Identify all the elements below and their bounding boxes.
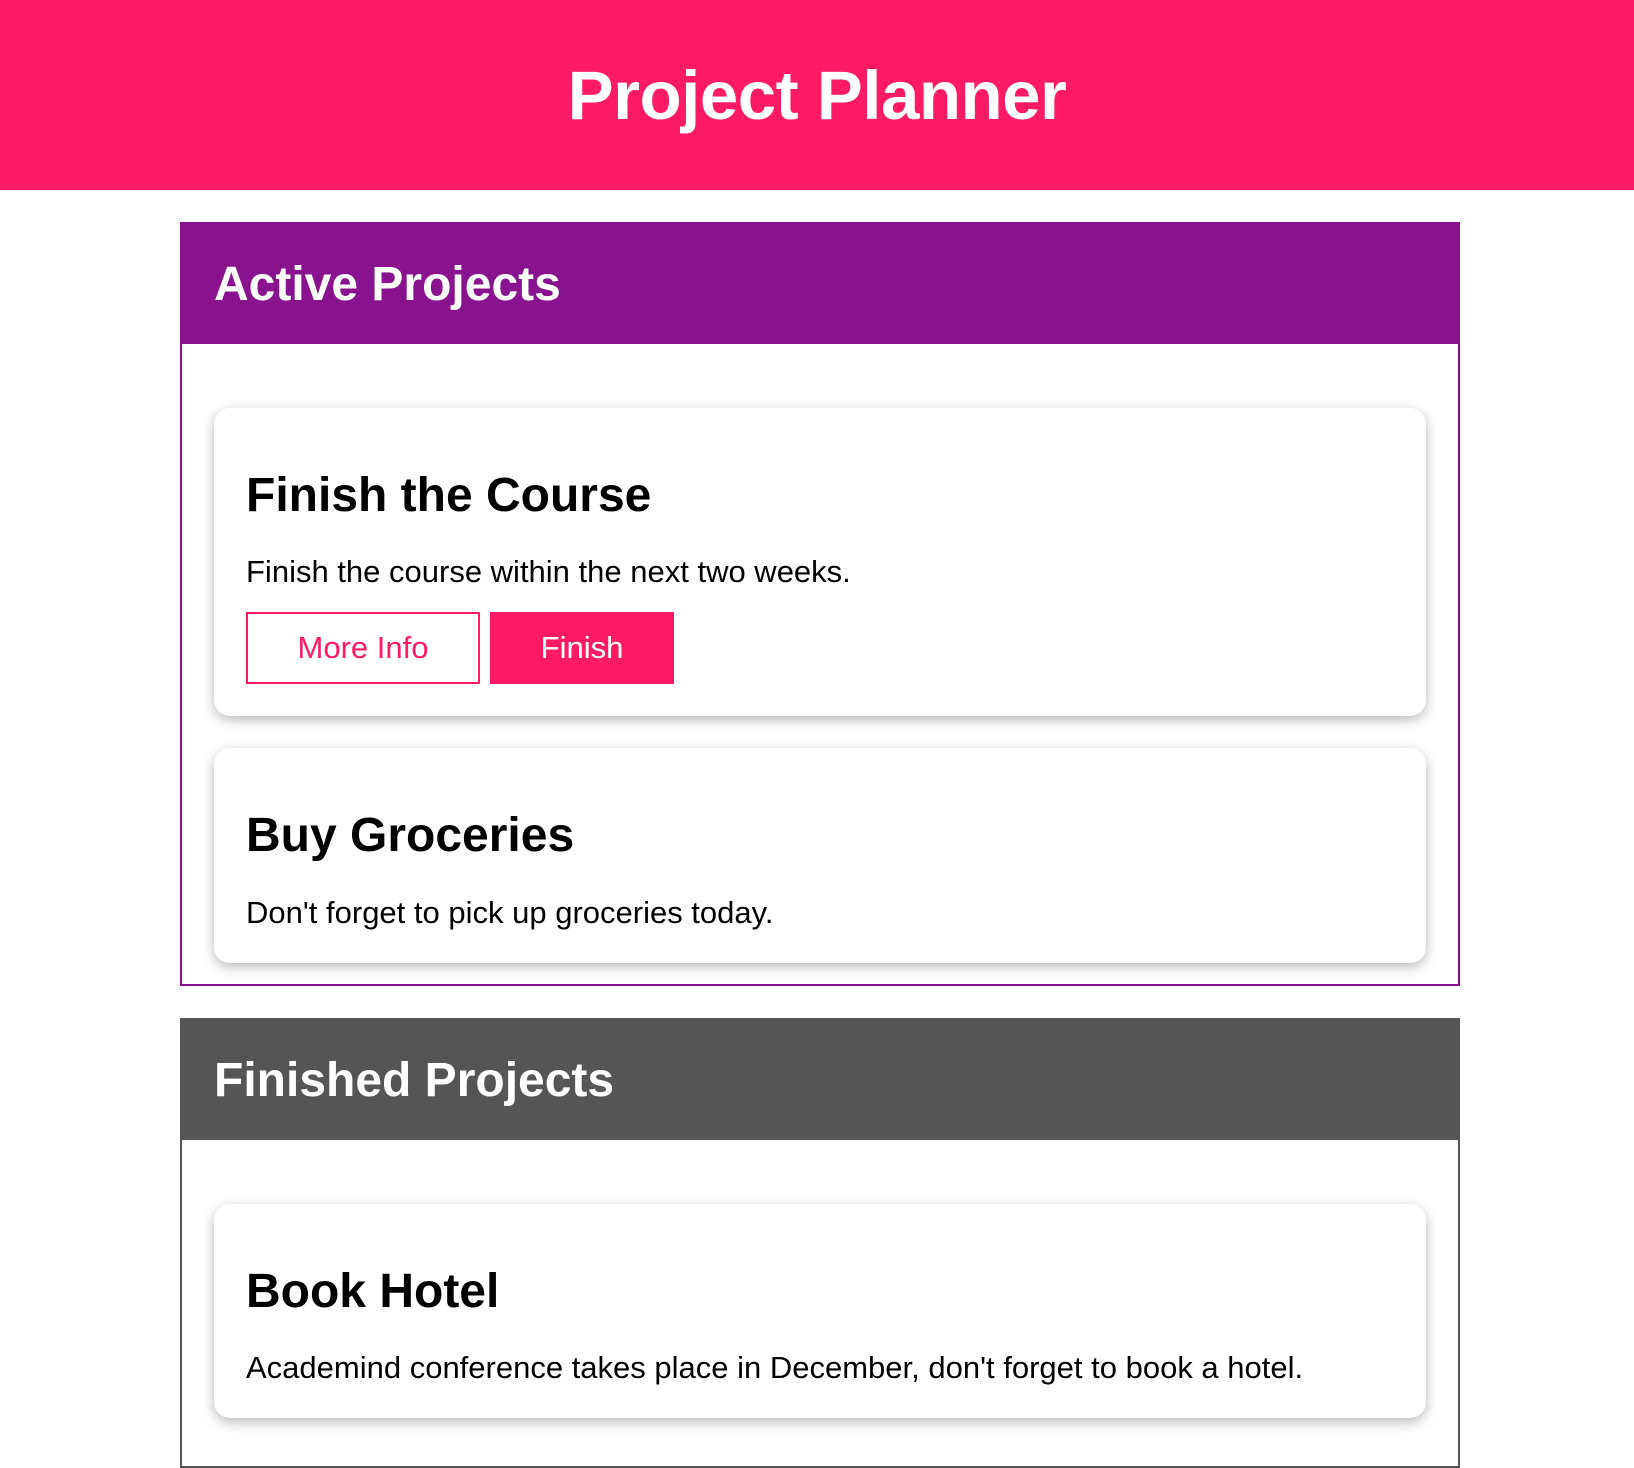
active-projects-title: Active Projects bbox=[214, 257, 561, 311]
active-projects-header: Active Projects bbox=[182, 224, 1458, 344]
project-actions: More Info Finish bbox=[246, 612, 1394, 685]
app-title: Project Planner bbox=[567, 56, 1067, 134]
active-project-list: Finish the Course Finish the course with… bbox=[182, 344, 1458, 963]
finished-project-list: Book Hotel Academind conference takes pl… bbox=[182, 1140, 1458, 1419]
more-info-button[interactable]: More Info bbox=[246, 612, 480, 685]
finished-projects-section: Finished Projects Book Hotel Academind c… bbox=[180, 1018, 1460, 1468]
finished-projects-header: Finished Projects bbox=[182, 1020, 1458, 1140]
project-title: Buy Groceries bbox=[246, 809, 575, 863]
project-card-book-hotel[interactable]: Book Hotel Academind conference takes pl… bbox=[214, 1204, 1426, 1419]
project-description: Academind conference takes place in Dece… bbox=[246, 1350, 1304, 1386]
project-title: Book Hotel bbox=[246, 1265, 500, 1318]
finish-button[interactable]: Finish bbox=[490, 612, 674, 685]
app-header: Project Planner bbox=[0, 0, 1634, 190]
finished-projects-title: Finished Projects bbox=[214, 1053, 615, 1107]
project-card-finish-the-course[interactable]: Finish the Course Finish the course with… bbox=[214, 408, 1426, 717]
project-description: Finish the course within the next two we… bbox=[246, 554, 851, 590]
active-projects-section: Active Projects Finish the Course Finish… bbox=[180, 222, 1460, 986]
project-title: Finish the Course bbox=[246, 469, 652, 522]
project-description: Don't forget to pick up groceries today. bbox=[246, 894, 774, 930]
project-card-buy-groceries[interactable]: Buy Groceries Don't forget to pick up gr… bbox=[214, 748, 1426, 963]
